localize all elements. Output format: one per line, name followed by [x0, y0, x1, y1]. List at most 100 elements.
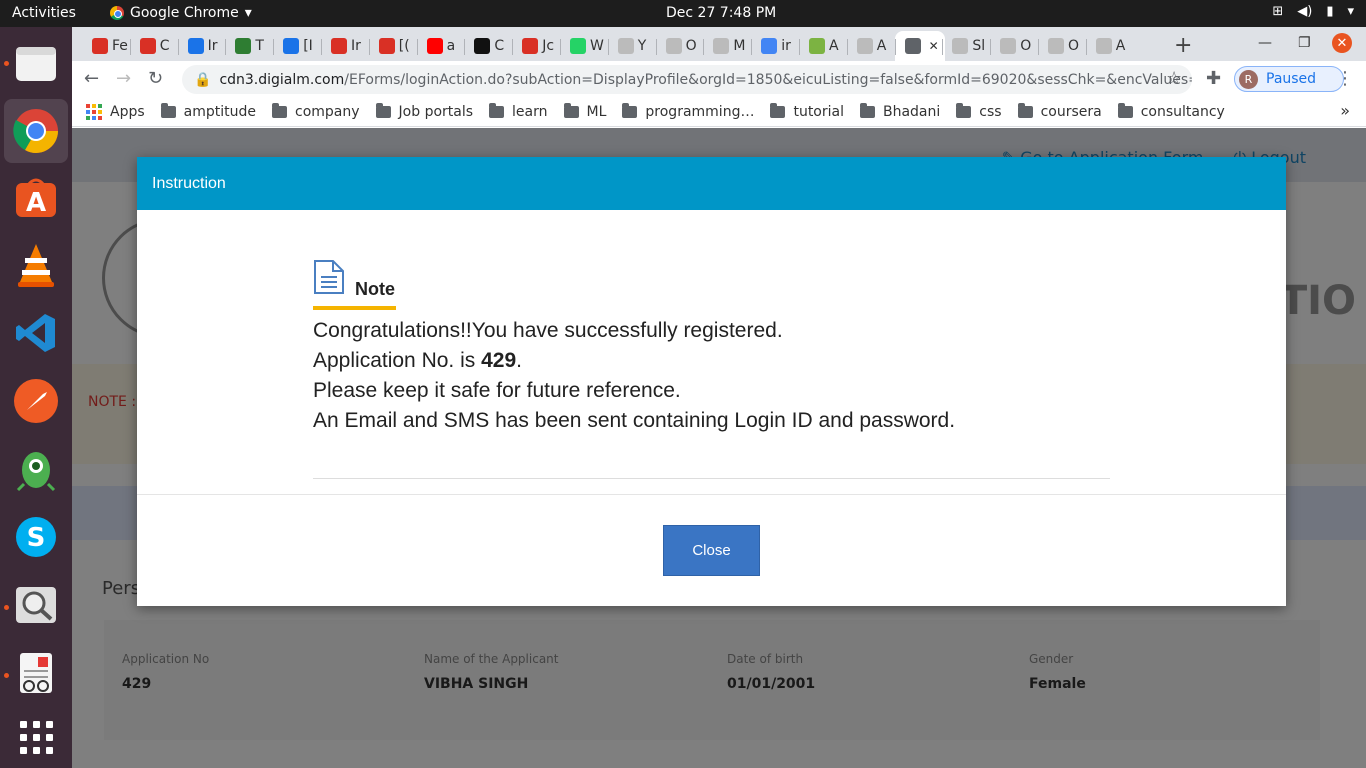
dock: A S	[0, 27, 72, 768]
browser-tab[interactable]: M	[703, 31, 751, 61]
bookmark-folder[interactable]: company	[272, 102, 360, 120]
tab-title: O	[685, 38, 697, 54]
browser-tab[interactable]: a	[417, 31, 465, 61]
browser-tab[interactable]: C	[464, 31, 512, 61]
svg-text:A: A	[26, 188, 46, 218]
message-line-1: Congratulations!!You have successfully r…	[313, 319, 783, 342]
bookmark-label: programming…	[645, 103, 755, 120]
back-button[interactable]: ←	[84, 68, 99, 89]
browser-tab[interactable]: [I	[273, 31, 321, 61]
browser-tab[interactable]: O	[1038, 31, 1086, 61]
software-center-icon[interactable]: A	[12, 173, 60, 221]
tab-separator	[1038, 39, 1039, 55]
bookmark-folder[interactable]: Bhadani	[859, 102, 940, 120]
browser-tab[interactable]: O	[656, 31, 704, 61]
application-number: 429	[481, 349, 517, 372]
volume-icon[interactable]: ◀)	[1297, 4, 1312, 19]
chevron-down-icon[interactable]: ▾	[1347, 4, 1354, 19]
vscode-icon[interactable]	[12, 309, 60, 357]
network-icon[interactable]: ⊞	[1272, 4, 1283, 19]
forward-button[interactable]: →	[116, 68, 131, 89]
tab-title: O	[1068, 38, 1080, 54]
browser-tab[interactable]: ir	[751, 31, 799, 61]
browser-tab[interactable]: Sl	[942, 31, 990, 61]
browser-tab[interactable]: A	[1086, 31, 1134, 61]
system-top-bar: Activities Google Chrome ▾ Dec 27 7:48 P…	[0, 0, 1366, 27]
bookmark-star-icon[interactable]: ☆	[1166, 68, 1182, 89]
close-button[interactable]: Close	[663, 525, 760, 576]
app-menu[interactable]: Google Chrome ▾	[110, 5, 252, 21]
skype-icon[interactable]: S	[12, 513, 60, 561]
files-icon[interactable]	[12, 39, 60, 87]
new-tab-button[interactable]: +	[1174, 33, 1192, 58]
browser-tab[interactable]: ✕	[894, 31, 945, 61]
tab-title: A	[1115, 38, 1126, 54]
browser-tab[interactable]: Fe	[82, 31, 130, 61]
extensions-icon[interactable]: ✚	[1206, 68, 1221, 89]
bookmark-folder[interactable]: ML	[563, 102, 606, 120]
system-tray[interactable]: ⊞ ◀) ▮ ▾	[1272, 4, 1354, 19]
tab-separator	[607, 39, 609, 55]
tab-title: T	[255, 38, 264, 54]
robo-icon[interactable]	[12, 445, 60, 493]
edge-icon	[187, 38, 204, 54]
profile-button[interactable]: R Paused	[1234, 66, 1344, 92]
bookmark-label: tutorial	[793, 103, 844, 120]
bookmark-label: amptitude	[183, 103, 257, 120]
browser-tab[interactable]: Ir	[178, 31, 226, 61]
bookmark-folder[interactable]: programming…	[622, 102, 755, 120]
browser-tab[interactable]: Jc	[512, 31, 560, 61]
browser-tab[interactable]: A	[847, 31, 895, 61]
github-icon	[856, 38, 873, 54]
message-line-2: Application No. is 429.	[313, 349, 522, 372]
document-viewer-icon[interactable]	[12, 649, 60, 697]
folder-icon	[956, 102, 972, 118]
bookmark-apps[interactable]: Apps	[86, 103, 145, 120]
document-icon	[313, 259, 345, 300]
image-icon	[809, 38, 825, 54]
folder-icon	[489, 102, 505, 118]
show-apps-icon[interactable]	[12, 713, 60, 761]
menu-icon[interactable]: ⋮	[1336, 68, 1354, 89]
bookmark-folder[interactable]: amptitude	[160, 102, 257, 120]
instruction-modal: Instruction Note Congratulations!!You ha…	[137, 157, 1286, 606]
image-viewer-icon[interactable]	[12, 581, 60, 629]
address-bar[interactable]: 🔒 cdn3.digialm.com/EForms/loginAction.do…	[182, 65, 1192, 94]
bookmark-folder[interactable]: tutorial	[770, 102, 844, 120]
bookmark-folder[interactable]: Job portals	[375, 102, 473, 120]
browser-tab[interactable]: A	[799, 31, 847, 61]
clock[interactable]: Dec 27 7:48 PM	[666, 5, 776, 21]
avatar: R	[1239, 69, 1258, 89]
running-indicator	[4, 605, 9, 610]
chrome-icon[interactable]	[4, 99, 68, 163]
tab-title: [(	[398, 38, 410, 54]
tab-strip: + — ❐ ✕ Fe C Ir T [I Ir [(a C Jc W Y O Mir A A ✕ Sl O O A	[72, 27, 1366, 61]
bookmark-folder[interactable]: consultancy	[1117, 102, 1225, 120]
browser-tab[interactable]: T	[225, 31, 273, 61]
lock-icon[interactable]: 🔒	[194, 72, 211, 88]
bookmarks-overflow-icon[interactable]: »	[1340, 101, 1350, 120]
activities-button[interactable]: Activities	[12, 5, 76, 21]
browser-tab[interactable]: [(	[369, 31, 417, 61]
bookmark-folder[interactable]: learn	[489, 102, 548, 120]
tab-close-icon[interactable]: ✕	[929, 39, 939, 53]
browser-tab[interactable]: O	[990, 31, 1038, 61]
bookmark-folder[interactable]: coursera	[1017, 102, 1102, 120]
reload-button[interactable]: ↻	[148, 68, 163, 89]
browser-tab[interactable]: Y	[608, 31, 656, 61]
tab-title: M	[733, 38, 746, 54]
tab-separator	[799, 39, 800, 55]
maximize-button[interactable]: ❐	[1298, 35, 1311, 51]
browser-tab[interactable]: Ir	[321, 31, 369, 61]
tab-separator	[464, 39, 466, 55]
minimize-button[interactable]: —	[1258, 35, 1272, 51]
github-icon	[713, 38, 730, 54]
github-icon	[665, 38, 682, 54]
browser-tab[interactable]: W	[560, 31, 608, 61]
bookmark-folder[interactable]: css	[956, 102, 1002, 120]
vlc-icon[interactable]	[12, 241, 60, 289]
window-close-button[interactable]: ✕	[1332, 33, 1352, 53]
battery-icon[interactable]: ▮	[1326, 4, 1333, 19]
postman-icon[interactable]	[12, 377, 60, 425]
browser-tab[interactable]: C	[130, 31, 178, 61]
